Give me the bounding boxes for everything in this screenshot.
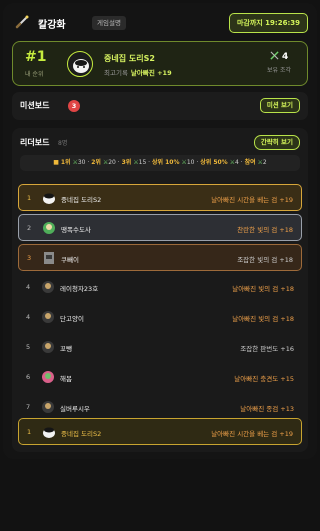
row-rank: 1 <box>27 428 32 436</box>
best-label: 최고기록 <box>104 69 128 77</box>
player-avatar-icon <box>42 401 54 413</box>
player-avatar-icon <box>42 341 54 353</box>
row-name: 땡폭수도사 <box>61 226 91 234</box>
reward-tiers: ■ 1위 ⚔30 · 2위 ⚔20 · 3위 ⚔15 · 상위 10% ⚔10 … <box>20 155 300 171</box>
avatar-image <box>73 59 89 73</box>
player-avatar-icon <box>43 427 55 438</box>
row-sword: 날아빠진 종검 +13 <box>240 405 294 413</box>
row-sword: 날아빠진 시간을 베는 검 +19 <box>211 196 293 204</box>
pieces-label: 보유 조각 <box>267 67 291 74</box>
row-name: 해봄 <box>60 375 72 383</box>
my-rank-label: 내 순위 <box>25 71 44 78</box>
row-rank: 6 <box>26 373 31 381</box>
row-sword: 날아빠진 시간을 베는 검 +19 <box>211 430 293 438</box>
avatar <box>67 51 93 77</box>
mission-count-badge: 3 <box>68 100 80 112</box>
view-missions-button[interactable]: 미션 보기 <box>259 98 300 113</box>
row-rank: 7 <box>26 403 31 411</box>
row-rank: 2 <box>27 224 32 232</box>
mission-board: 미션보드 3 미션 보기 <box>12 92 308 120</box>
row-name: 꼬뺑 <box>60 345 72 353</box>
my-name: 중네집 도리S2 <box>104 54 155 63</box>
row-rank: 5 <box>26 343 31 351</box>
game-guide-button[interactable]: 게임설명 <box>92 16 126 30</box>
my-rank: #1 <box>25 49 47 65</box>
row-sword: 날아빠진 충견도 +15 <box>234 375 294 383</box>
leaderboard-title: 리더보드 <box>20 138 50 147</box>
app: 칼강화 게임설명 마감까지 19:26:39 #1 내 순위 중네집 도리S2 … <box>0 0 320 531</box>
reward-tier: 참여 ⚔2 <box>244 159 267 166</box>
player-avatar-icon <box>42 371 54 383</box>
table-row[interactable]: 6 해봄 날아빠진 충견도 +15 <box>18 364 302 391</box>
player-avatar-icon <box>42 281 54 293</box>
table-row[interactable]: 4 레이청자23호 날아빠진 빛의 검 +18 <box>18 274 302 301</box>
my-row[interactable]: 1 중네집 도리S2 날아빠진 시간을 베는 검 +19 <box>18 418 302 445</box>
gift-icon: ■ <box>53 159 59 166</box>
row-sword: 조잡한 빛의 검 +18 <box>237 256 293 264</box>
reward-tier: 1위 ⚔30 · <box>60 159 92 166</box>
held-pieces: 4 보유 조각 <box>267 51 291 74</box>
table-row[interactable]: 4 단고양이 날아빠진 빛의 검 +18 <box>18 304 302 331</box>
row-name: 쿠빼이 <box>61 256 79 264</box>
row-rank: 3 <box>27 254 32 262</box>
row-sword: 날아빠진 빛의 검 +18 <box>232 315 294 323</box>
player-avatar-icon <box>43 222 55 234</box>
row-sword: 찬란한 빛의 검 +18 <box>237 226 293 234</box>
player-avatar-icon <box>43 193 55 204</box>
row-rank: 4 <box>26 283 31 291</box>
sword-piece-icon <box>270 51 279 60</box>
my-best-record: 최고기록 날아빠진 +19 <box>104 67 172 77</box>
row-sword: 날아빠진 빛의 검 +18 <box>232 285 294 293</box>
best-value: 날아빠진 +19 <box>130 69 172 77</box>
collapse-view-button[interactable]: 간략히 보기 <box>253 135 300 150</box>
row-name: 중네집 도리S2 <box>61 430 102 438</box>
sword-wand-icon <box>15 15 29 29</box>
reward-tier: 3위 ⚔15 · <box>121 159 152 166</box>
app-title: 칼강화 <box>38 20 66 31</box>
table-row[interactable]: 7 실버루시우 날아빠진 종검 +13 <box>18 394 302 421</box>
leaderboard: 리더보드 8명 간략히 보기 ■ 1위 ⚔30 · 2위 ⚔20 · 3위 ⚔1… <box>12 128 308 452</box>
table-row[interactable]: 2 땡폭수도사 찬란한 빛의 검 +18 <box>18 214 302 241</box>
player-avatar-icon <box>44 252 54 264</box>
reward-tier: 상위 10% ⚔10 · <box>152 159 201 166</box>
participant-count: 8명 <box>58 140 68 147</box>
player-avatar-icon <box>42 311 54 323</box>
row-sword: 조잡한 판번도 +16 <box>240 345 294 353</box>
my-rank-card: #1 내 순위 중네집 도리S2 최고기록 날아빠진 +19 4 보유 조각 <box>12 41 308 86</box>
deadline-timer: 마감까지 19:26:39 <box>228 13 308 33</box>
reward-tier: 2위 ⚔20 · <box>91 159 122 166</box>
reward-tier: 상위 50% ⚔4 · <box>200 159 245 166</box>
table-row[interactable]: 3 쿠빼이 조잡한 빛의 검 +18 <box>18 244 302 271</box>
row-name: 레이청자23호 <box>60 285 99 293</box>
row-name: 실버루시우 <box>60 405 90 413</box>
table-row[interactable]: 5 꼬뺑 조잡한 판번도 +16 <box>18 334 302 361</box>
row-rank: 1 <box>27 194 32 202</box>
table-row[interactable]: 1 중네집 도리S2 날아빠진 시간을 베는 검 +19 <box>18 184 302 211</box>
header: 칼강화 게임설명 마감까지 19:26:39 <box>12 10 308 36</box>
row-name: 단고양이 <box>60 315 84 323</box>
pieces-count: 4 <box>267 51 291 62</box>
mission-board-title: 미션보드 <box>20 101 50 110</box>
row-rank: 4 <box>26 313 31 321</box>
row-name: 중네집 도리S2 <box>61 196 102 204</box>
